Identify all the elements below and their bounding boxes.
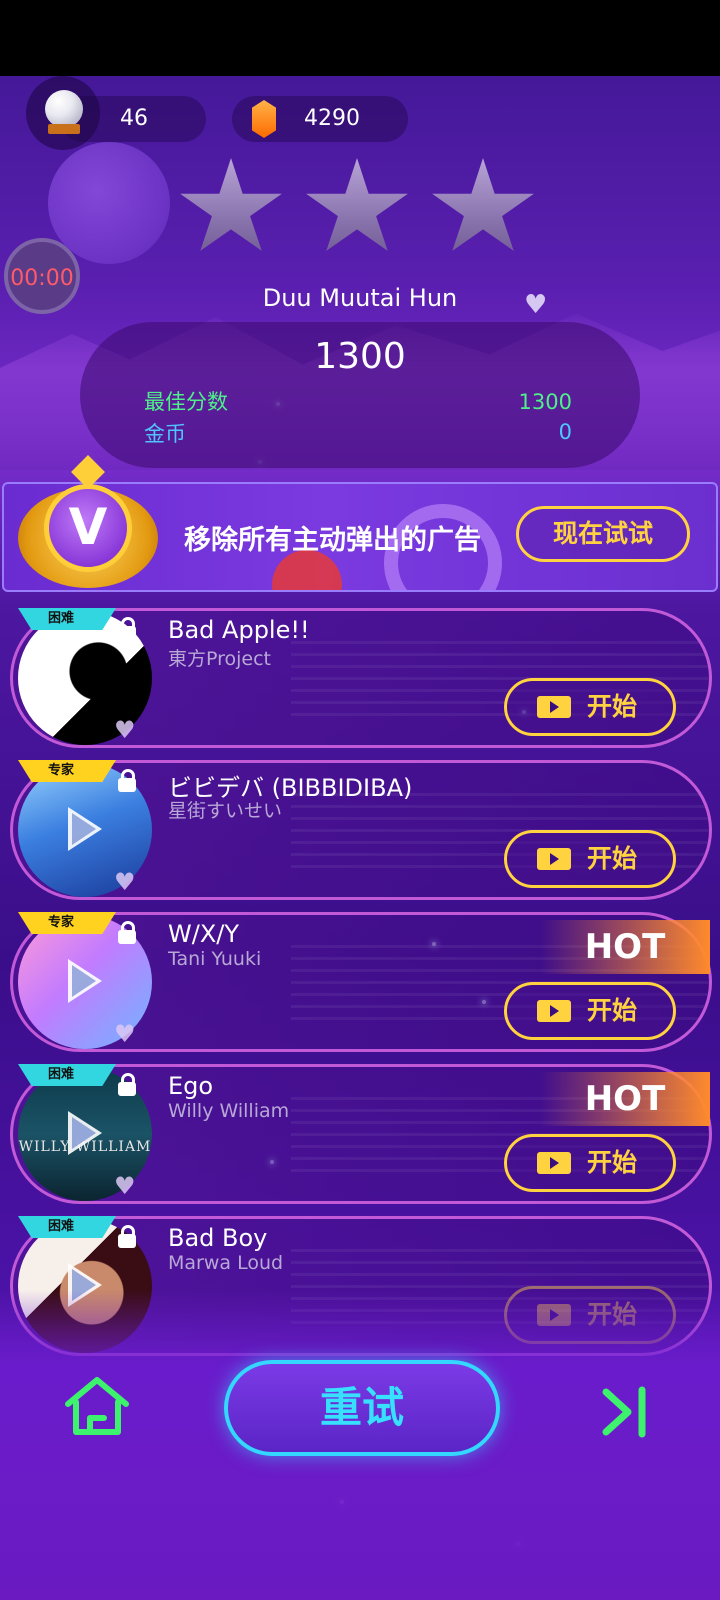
video-ad-icon <box>537 848 571 870</box>
remove-ads-text: 移除所有主动弹出的广告 <box>184 525 481 556</box>
gem-icon <box>252 100 276 138</box>
vip-badge-letter: V <box>68 498 108 556</box>
lock-icon <box>118 921 136 944</box>
next-song-icon[interactable] <box>600 1384 652 1440</box>
song-artist: Marwa Loud <box>168 1252 284 1274</box>
try-now-button[interactable]: 现在试试 <box>516 506 690 562</box>
song-title: W/X/Y <box>168 920 240 948</box>
coins-label: 金币 <box>144 422 186 446</box>
heart-icon[interactable]: ♥ <box>114 716 136 744</box>
coins-value: 0 <box>558 420 572 444</box>
song-card-content: 专家 ♥ W/X/Y Tani Yuuki HOT 开始 <box>0 912 720 1052</box>
start-label: 开始 <box>587 996 638 1025</box>
pearl-count: 46 <box>120 106 148 131</box>
heart-icon[interactable]: ♥ <box>114 1172 136 1200</box>
start-button[interactable]: 开始 <box>504 830 676 888</box>
video-ad-icon <box>537 1152 571 1174</box>
play-icon <box>68 807 102 851</box>
song-card-content: WILLY WILLIAM 困难 ♥ Ego Willy William HOT… <box>0 1064 720 1204</box>
start-button[interactable]: 开始 <box>504 678 676 736</box>
favorite-heart-icon[interactable]: ♥ <box>524 290 547 320</box>
song-title: Bad Apple!! <box>168 616 310 644</box>
status-bar <box>0 0 720 76</box>
start-label: 开始 <box>587 692 638 721</box>
start-label: 开始 <box>587 1148 638 1177</box>
difficulty-tag: 专家 <box>18 760 116 782</box>
pearl-icon <box>26 76 100 150</box>
lock-icon <box>118 1073 136 1096</box>
lock-icon <box>118 769 136 792</box>
difficulty-tag: 困难 <box>18 1216 116 1238</box>
difficulty-tag: 困难 <box>18 608 116 630</box>
song-artist: Tani Yuuki <box>168 948 262 970</box>
song-artist: 星街すいせい <box>168 800 283 822</box>
vip-badge-icon: V <box>14 455 162 606</box>
heart-icon[interactable]: ♥ <box>114 1020 136 1048</box>
song-title: Ego <box>168 1072 214 1100</box>
difficulty-tag: 困难 <box>18 1064 116 1086</box>
heart-icon[interactable]: ♥ <box>114 868 136 896</box>
song-title: Bad Boy <box>168 1224 268 1252</box>
start-button[interactable]: 开始 <box>504 982 676 1040</box>
home-icon[interactable] <box>62 1374 132 1438</box>
start-label: 开始 <box>587 844 638 873</box>
lock-icon <box>118 617 136 640</box>
play-icon <box>68 1111 102 1155</box>
start-button[interactable]: 开始 <box>504 1134 676 1192</box>
score-value: 1300 <box>314 336 406 377</box>
video-ad-icon <box>537 696 571 718</box>
best-score-value: 1300 <box>518 390 572 414</box>
difficulty-tag: 专家 <box>18 912 116 934</box>
current-song-title: Duu Muutai Hun <box>262 284 458 312</box>
gem-count: 4290 <box>304 106 360 131</box>
retry-button[interactable]: 重试 <box>224 1360 500 1456</box>
hot-badge: HOT <box>540 920 710 974</box>
song-card-content: 困难 ♥ Bad Apple!! 東方Project 开始 <box>0 608 720 748</box>
moon-decoration <box>48 142 170 264</box>
star-icon-2 <box>306 158 408 251</box>
song-artist: 東方Project <box>168 648 272 670</box>
play-icon <box>68 959 102 1003</box>
song-artist: Willy William <box>168 1100 290 1122</box>
star-icon-1 <box>180 158 282 251</box>
video-ad-icon <box>537 1000 571 1022</box>
hot-badge: HOT <box>540 1072 710 1126</box>
best-score-label: 最佳分数 <box>144 390 228 414</box>
lock-icon <box>118 1225 136 1248</box>
star-icon-3 <box>432 158 534 251</box>
song-card-content: 专家 ♥ ビビデバ (BIBBIDIBA) 星街すいせい 开始 <box>0 760 720 900</box>
